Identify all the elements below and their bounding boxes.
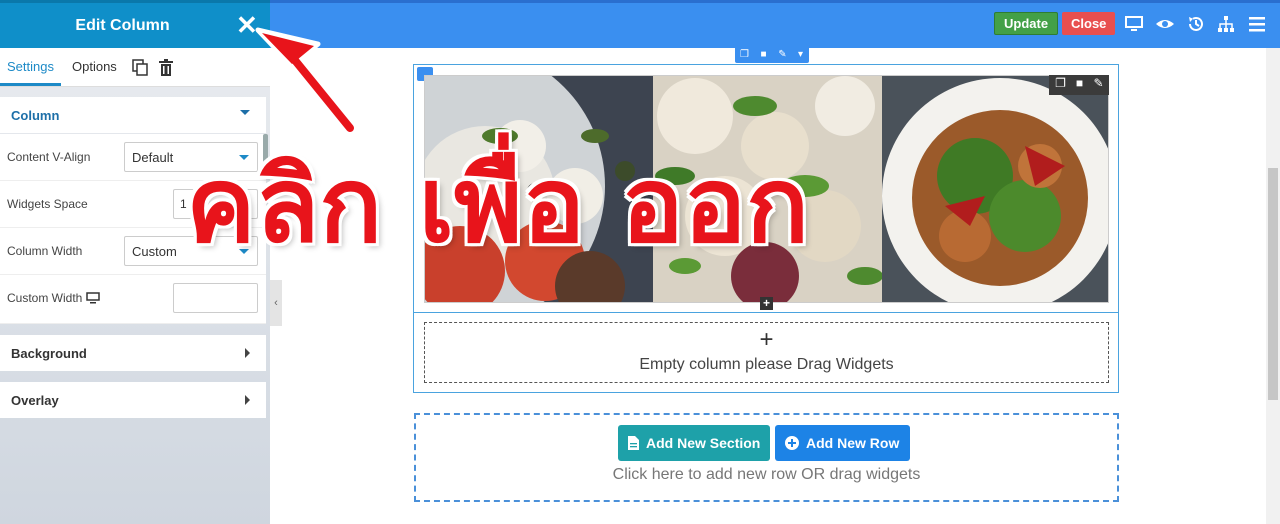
pencil-icon[interactable]: ✎	[777, 49, 788, 60]
canvas-scrollbar[interactable]	[1266, 48, 1280, 524]
content-valign-label: Content V-Align	[7, 150, 91, 164]
add-new-section-button[interactable]: Add New Section	[618, 425, 770, 461]
close-button[interactable]: Close	[1062, 12, 1116, 35]
column-width-label: Column Width	[7, 244, 83, 258]
add-new-row-button[interactable]: Add New Row	[775, 425, 910, 461]
collapse-panel-button[interactable]: ‹	[270, 280, 282, 326]
panel-title: Edit Column	[75, 17, 170, 34]
custom-width-field: Custom Width	[0, 275, 266, 324]
image-widget-tools: ❐ ■ ✎	[1049, 75, 1109, 95]
duplicate-icon[interactable]	[132, 59, 148, 76]
trash-icon[interactable]: ■	[758, 49, 769, 60]
custom-width-label: Custom Width	[7, 291, 83, 305]
chevron-right-icon	[245, 348, 250, 358]
edit-column-panel: Settings Options Column Content V-Align …	[0, 48, 270, 524]
duplicate-icon[interactable]: ❐	[1055, 77, 1066, 89]
plus-circle-icon	[785, 436, 799, 450]
empty-column-dropzone[interactable]: + Empty column please Drag Widgets	[424, 322, 1109, 383]
column-divider	[414, 312, 1118, 313]
history-icon[interactable]	[1186, 14, 1206, 34]
section-background-label: Background	[11, 346, 87, 361]
add-row-hint: Click here to add new row OR drag widget…	[612, 466, 921, 483]
close-icon[interactable]: ✕	[236, 12, 258, 38]
section-overlay-label: Overlay	[11, 393, 59, 408]
tab-settings[interactable]: Settings	[7, 59, 54, 74]
active-tab-indicator	[0, 83, 61, 86]
custom-width-input[interactable]	[173, 283, 258, 313]
panel-tabs: Settings Options	[0, 48, 270, 87]
chevron-right-icon	[245, 395, 250, 405]
tab-options[interactable]: Options	[72, 59, 117, 74]
update-button[interactable]: Update	[994, 12, 1059, 35]
column-width-value: Custom	[132, 244, 177, 259]
panel-header: Edit Column ✕	[0, 0, 270, 48]
desktop-icon	[86, 292, 100, 304]
section-overlay[interactable]: Overlay	[0, 382, 266, 418]
scrollbar-thumb[interactable]	[1268, 168, 1278, 400]
add-new-row-label: Add New Row	[806, 435, 900, 451]
exit-instruction-annotation: คลิก เพื่อ ออก	[186, 144, 810, 266]
document-icon	[628, 436, 639, 450]
eye-icon[interactable]	[1155, 14, 1175, 34]
trash-icon[interactable]	[158, 59, 174, 76]
section-background[interactable]: Background	[0, 335, 266, 371]
menu-icon[interactable]	[1247, 14, 1267, 34]
trash-icon[interactable]: ■	[1074, 77, 1085, 89]
desktop-icon[interactable]	[1124, 14, 1144, 34]
widgets-space-label: Widgets Space	[7, 197, 88, 211]
chevron-down-icon[interactable]: ▾	[795, 49, 806, 60]
row-toolbar: ❐ ■ ✎ ▾	[735, 46, 809, 63]
add-widget-icon[interactable]: +	[760, 297, 773, 310]
pencil-icon[interactable]: ✎	[1093, 77, 1104, 89]
section-column-label: Column	[11, 108, 60, 123]
duplicate-icon[interactable]: ❐	[739, 49, 750, 60]
section-column[interactable]: Column	[0, 97, 266, 133]
add-new-section-label: Add New Section	[646, 435, 761, 451]
content-valign-value: Default	[132, 150, 174, 165]
plus-icon[interactable]: +	[425, 327, 1108, 353]
sitemap-icon[interactable]	[1216, 14, 1236, 34]
empty-column-message: Empty column please Drag Widgets	[639, 356, 894, 373]
chevron-down-icon	[240, 110, 250, 115]
